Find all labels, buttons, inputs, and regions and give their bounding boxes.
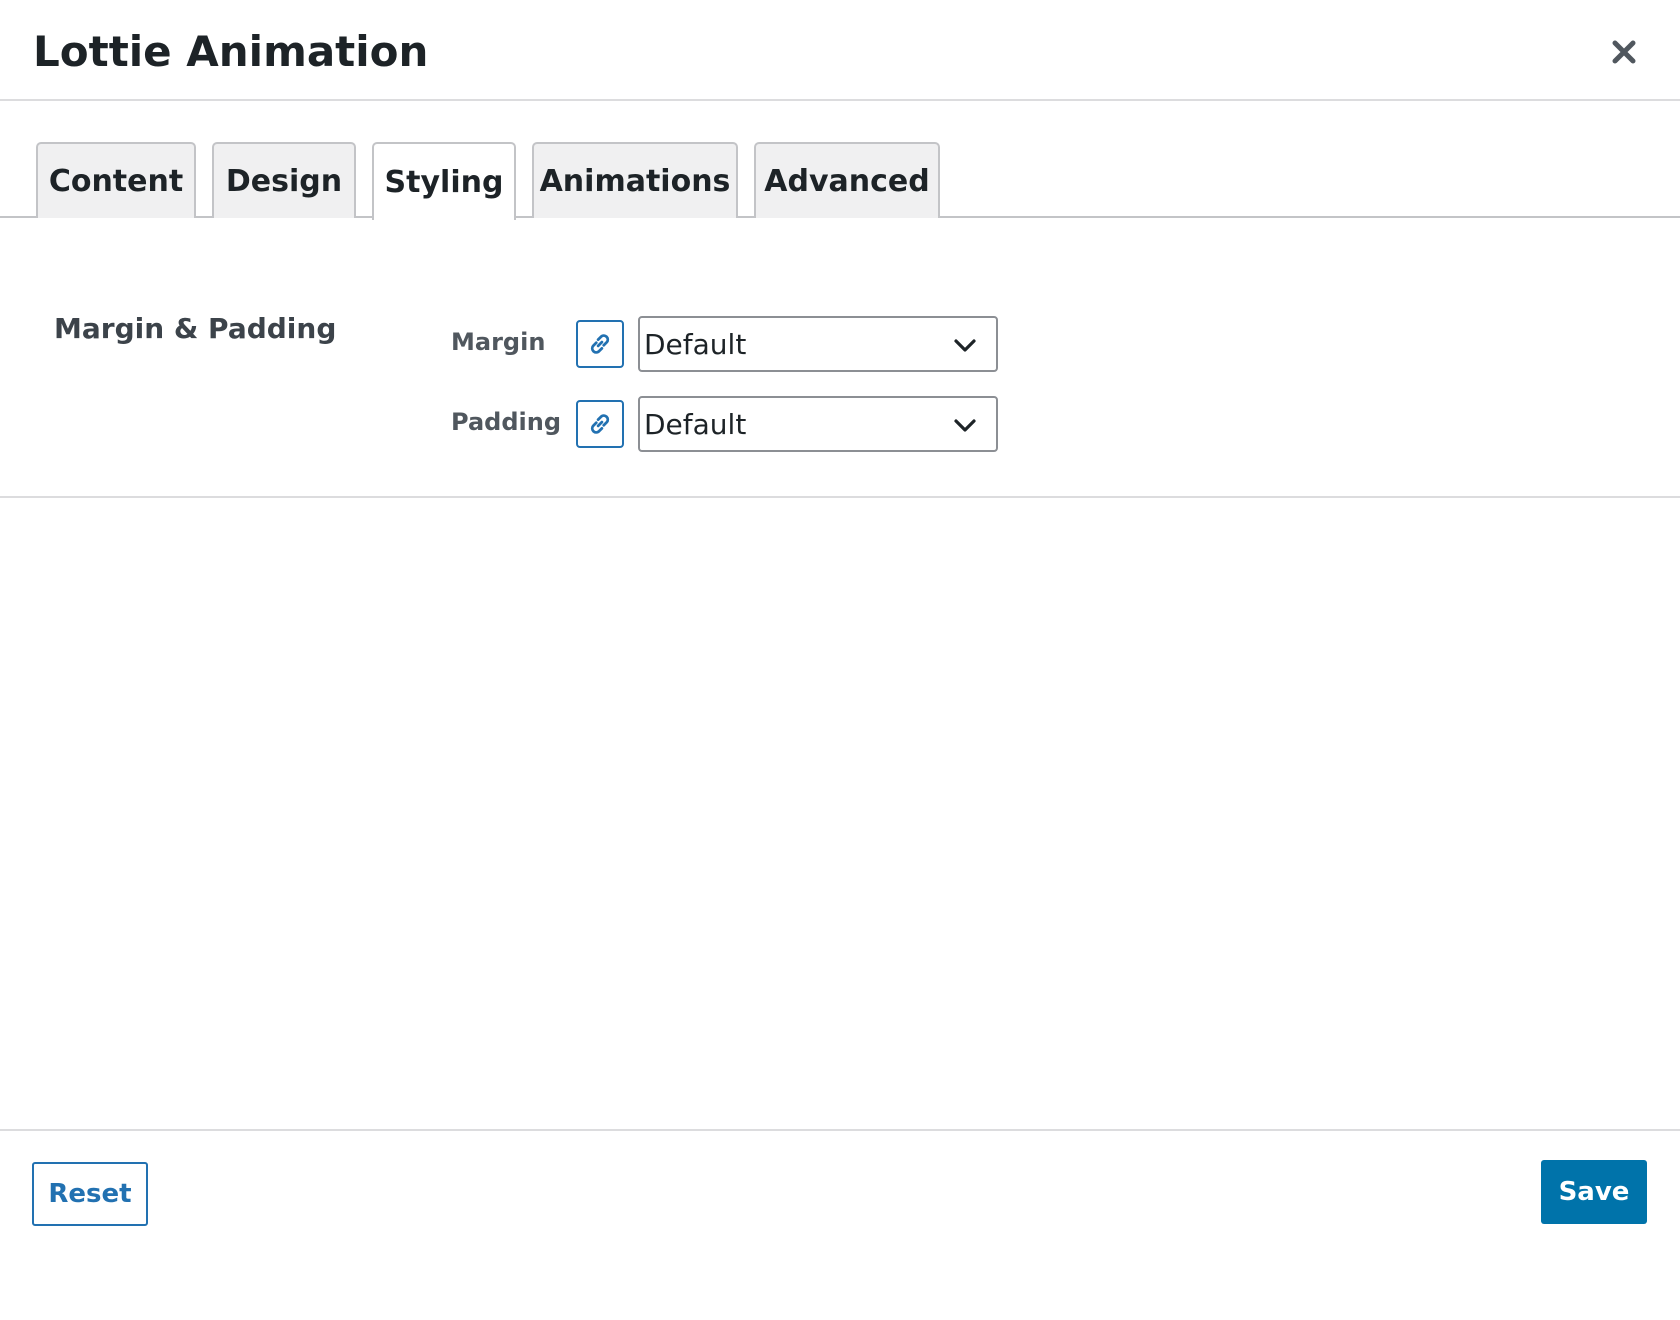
- tab-advanced[interactable]: Advanced: [754, 142, 940, 218]
- tab-bar: Content Design Styling Animations Advanc…: [0, 101, 1680, 220]
- padding-select[interactable]: Default: [638, 396, 998, 452]
- tab-design[interactable]: Design: [212, 142, 356, 218]
- save-button[interactable]: Save: [1541, 1160, 1647, 1224]
- chevron-down-icon: [954, 339, 976, 352]
- dialog-title: Lottie Animation: [33, 27, 429, 76]
- margin-select-value: Default: [644, 328, 747, 361]
- margin-link-button[interactable]: [576, 320, 624, 368]
- close-button[interactable]: [1604, 32, 1644, 72]
- margin-select[interactable]: Default: [638, 316, 998, 372]
- margin-padding-section: Margin & Padding Margin Default Padding: [0, 218, 1680, 498]
- padding-link-button[interactable]: [576, 400, 624, 448]
- tab-styling[interactable]: Styling: [372, 142, 516, 220]
- dialog-header: Lottie Animation: [0, 0, 1680, 101]
- link-icon: [590, 334, 610, 354]
- tab-content[interactable]: Content: [36, 142, 196, 218]
- margin-label: Margin: [451, 328, 546, 356]
- close-icon: [1612, 40, 1636, 64]
- link-icon: [590, 414, 610, 434]
- padding-select-value: Default: [644, 408, 747, 441]
- padding-label: Padding: [451, 408, 561, 436]
- reset-button[interactable]: Reset: [32, 1162, 148, 1226]
- lottie-animation-dialog: Lottie Animation Content Design Styling …: [0, 0, 1680, 1320]
- section-title: Margin & Padding: [54, 312, 337, 345]
- dialog-footer: Reset Save: [0, 1129, 1680, 1320]
- chevron-down-icon: [954, 419, 976, 432]
- tab-animations[interactable]: Animations: [532, 142, 738, 218]
